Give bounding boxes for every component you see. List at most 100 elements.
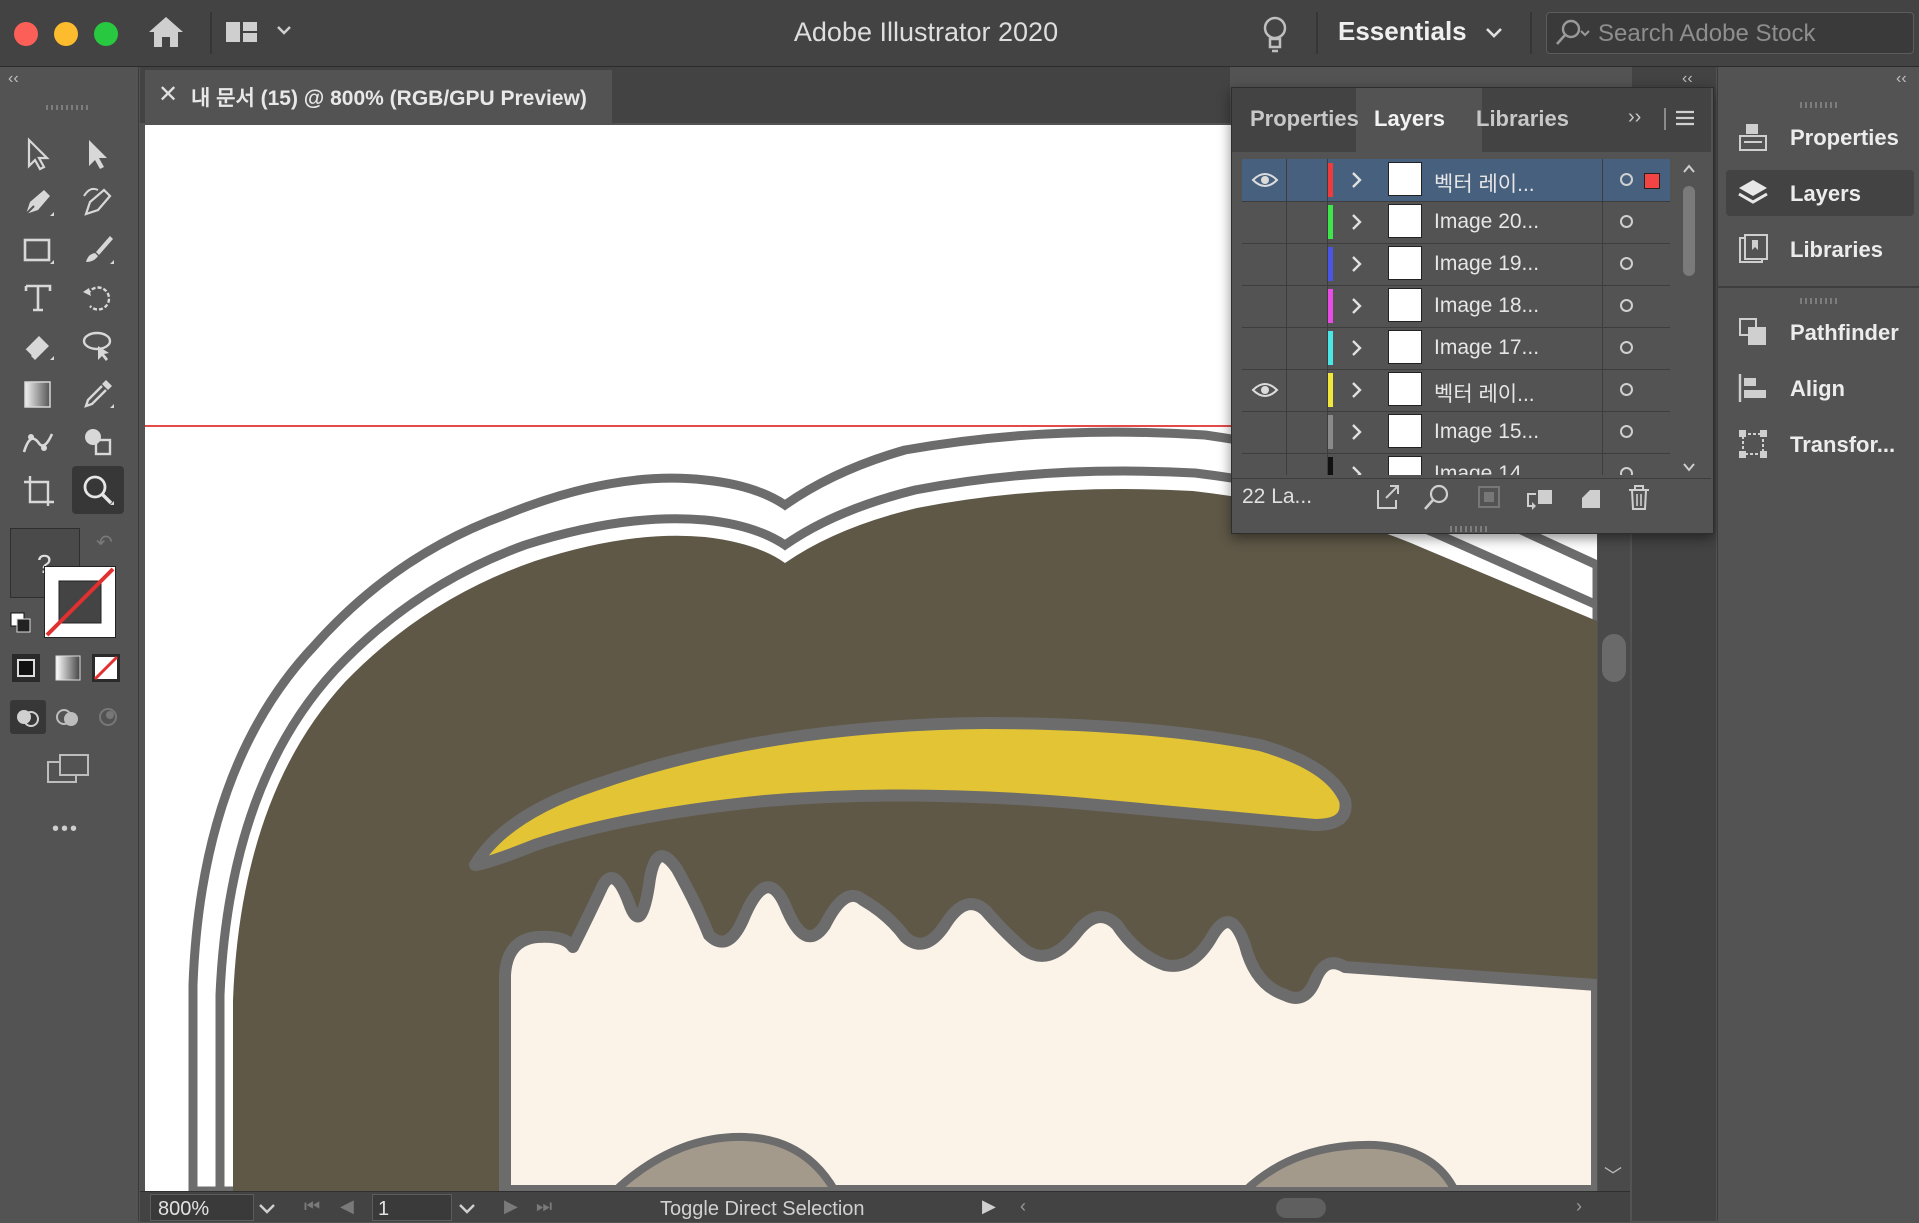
lightbulb-icon[interactable] (1260, 12, 1290, 56)
collapse-dock-button[interactable]: ‹‹ (1896, 70, 1907, 88)
layer-name[interactable]: Image 20... (1434, 210, 1539, 234)
visibility-toggle[interactable] (1242, 201, 1287, 243)
visibility-toggle[interactable] (1242, 369, 1287, 411)
export-icon[interactable] (1372, 482, 1402, 512)
chevron-down-icon[interactable] (256, 1200, 278, 1218)
pen-tool-icon[interactable] (14, 180, 62, 224)
panel-resize-grip[interactable] (1450, 520, 1490, 532)
layer-row[interactable]: 벡터 레이... (1242, 159, 1670, 202)
zoom-tool-icon[interactable] (72, 466, 124, 514)
chevron-right-icon[interactable] (1348, 211, 1366, 233)
target-circle-icon[interactable] (1620, 425, 1633, 438)
chevron-right-icon[interactable] (1348, 253, 1366, 275)
layer-name[interactable]: Image 19... (1434, 252, 1539, 276)
scroll-right-arrow[interactable]: › (1576, 1196, 1582, 1217)
eyedropper-tool-icon[interactable] (74, 372, 122, 416)
layer-row[interactable]: Image 17... (1242, 327, 1670, 370)
locate-object-icon[interactable] (1422, 482, 1452, 512)
layer-name[interactable]: Image 15... (1434, 420, 1539, 444)
tab-properties[interactable]: Properties (1250, 106, 1359, 132)
gradient-tool-icon[interactable] (14, 372, 62, 416)
more-tabs-button[interactable]: ›› (1628, 106, 1641, 129)
visibility-toggle[interactable] (1242, 453, 1287, 475)
arrange-documents-button[interactable] (222, 16, 294, 48)
stroke-swatch[interactable] (44, 566, 116, 638)
last-artboard-icon[interactable]: ⏭ (536, 1196, 552, 1217)
swap-fill-stroke-icon[interactable]: ↶ (96, 530, 113, 555)
layer-name[interactable]: 벡터 레이... (1434, 168, 1535, 198)
lock-toggle[interactable] (1287, 285, 1328, 327)
visibility-toggle[interactable] (1242, 285, 1287, 327)
type-tool-icon[interactable] (14, 276, 62, 320)
workspace-switcher[interactable]: Essentials (1338, 16, 1467, 47)
target-circle-icon[interactable] (1620, 257, 1633, 270)
visibility-toggle[interactable] (1242, 411, 1287, 453)
dock-item-libraries[interactable]: Libraries (1726, 226, 1914, 272)
draw-normal-icon[interactable] (10, 700, 46, 734)
tab-libraries[interactable]: Libraries (1476, 106, 1569, 132)
layer-row[interactable]: 벡터 레이... (1242, 369, 1670, 412)
target-circle-icon[interactable] (1620, 341, 1633, 354)
curvature-tool-icon[interactable] (74, 180, 122, 224)
selection-tool-icon[interactable] (14, 132, 62, 176)
chevron-right-icon[interactable] (1348, 169, 1366, 191)
minimize-window-button[interactable] (54, 22, 78, 46)
scroll-left-arrow[interactable]: ‹ (1020, 1196, 1026, 1217)
horizontal-scroll-thumb[interactable] (1276, 1198, 1326, 1218)
target-circle-icon[interactable] (1620, 173, 1633, 186)
layer-name[interactable]: Image 17... (1434, 336, 1539, 360)
chevron-right-icon[interactable] (1348, 295, 1366, 317)
close-tab-button[interactable]: ✕ (155, 80, 181, 109)
chevron-down-icon[interactable] (1484, 22, 1504, 42)
status-text[interactable]: Toggle Direct Selection (660, 1198, 865, 1221)
puppet-warp-tool-icon[interactable] (14, 420, 62, 464)
panel-menu-icon[interactable] (1674, 108, 1696, 128)
target-circle-icon[interactable] (1620, 383, 1633, 396)
dock-grip[interactable] (1800, 96, 1840, 108)
direct-selection-tool-icon[interactable] (74, 132, 122, 176)
layer-name[interactable]: 벡터 레이... (1434, 378, 1535, 408)
dock-item-pathfinder[interactable]: Pathfinder (1726, 309, 1914, 355)
color-mode-icon[interactable] (10, 652, 42, 684)
target-circle-icon[interactable] (1620, 299, 1633, 312)
layers-scroll-thumb[interactable] (1683, 186, 1695, 276)
dock-grip[interactable] (1800, 292, 1840, 304)
toolbar-grip[interactable] (46, 98, 88, 110)
dock-item-layers[interactable]: Layers (1726, 170, 1914, 216)
visibility-toggle[interactable] (1242, 327, 1287, 369)
next-artboard-icon[interactable]: ▶ (504, 1196, 518, 1217)
layer-row[interactable]: Image 15... (1242, 411, 1670, 454)
make-clipping-mask-icon[interactable] (1474, 482, 1504, 512)
scroll-down-arrow[interactable]: ﹀ (1604, 1162, 1622, 1188)
layer-row[interactable]: Image 19... (1242, 243, 1670, 286)
draw-inside-icon[interactable] (90, 700, 126, 734)
collapse-panel-button[interactable]: ‹‹ (1682, 70, 1693, 88)
rotate-tool-icon[interactable] (74, 276, 122, 320)
tab-layers[interactable]: Layers (1374, 106, 1445, 132)
first-artboard-icon[interactable]: ⏮ (304, 1196, 320, 1217)
rectangle-tool-icon[interactable] (14, 228, 62, 272)
layer-name[interactable]: Image 14... (1434, 462, 1539, 475)
layer-row[interactable]: Image 20... (1242, 201, 1670, 244)
create-new-layer-icon[interactable] (1576, 482, 1606, 512)
layer-name[interactable]: Image 18... (1434, 294, 1539, 318)
artboard-tool-icon[interactable] (14, 468, 62, 512)
trash-icon[interactable] (1624, 482, 1654, 512)
search-input[interactable] (1596, 16, 1910, 52)
lock-toggle[interactable] (1287, 159, 1328, 201)
gradient-mode-icon[interactable] (52, 652, 84, 684)
chevron-right-icon[interactable] (1348, 379, 1366, 401)
chevron-right-icon[interactable] (1348, 337, 1366, 359)
lock-toggle[interactable] (1287, 243, 1328, 285)
layer-row[interactable]: Image 18... (1242, 285, 1670, 328)
eraser-tool-icon[interactable] (14, 324, 62, 368)
layer-row[interactable]: Image 14... (1242, 453, 1670, 475)
chevron-right-icon[interactable] (1348, 463, 1366, 475)
default-fill-stroke-icon[interactable] (10, 612, 32, 634)
target-circle-icon[interactable] (1620, 215, 1633, 228)
dock-item-properties[interactable]: Properties (1726, 114, 1914, 160)
visibility-toggle[interactable] (1242, 243, 1287, 285)
play-icon[interactable]: ▶ (982, 1196, 996, 1217)
lock-toggle[interactable] (1287, 411, 1328, 453)
lock-toggle[interactable] (1287, 453, 1328, 475)
